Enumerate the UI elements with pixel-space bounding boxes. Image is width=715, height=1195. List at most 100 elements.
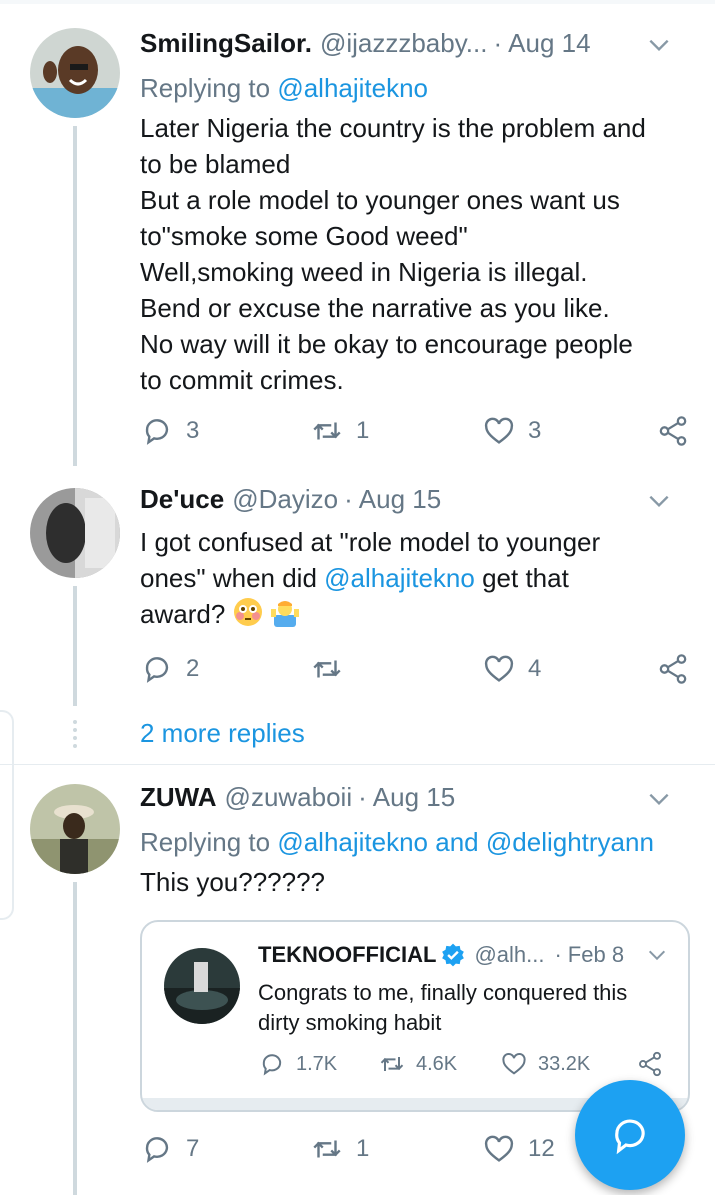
compose-reply-button[interactable]	[575, 1080, 685, 1190]
text-segment: ones" when did	[140, 563, 325, 593]
quoted-header: TEKNOOFFICIAL @alh... · Feb 8	[258, 942, 668, 968]
text-line: No way will it be okay to encourage peop…	[140, 329, 633, 359]
thread-line	[73, 586, 77, 706]
like-button[interactable]: 4	[482, 652, 541, 686]
like-icon	[484, 1135, 514, 1162]
reply-icon	[145, 657, 169, 683]
user-handle[interactable]: @zuwaboii	[225, 782, 353, 813]
text-line: to"smoke some Good weed"	[140, 221, 468, 251]
chevron-down-icon[interactable]	[646, 786, 672, 812]
share-icon	[659, 654, 687, 684]
quoted-date[interactable]: Feb 8	[568, 942, 624, 968]
user-handle[interactable]: @ijazzzbaby...	[320, 28, 488, 59]
like-button[interactable]: 12	[482, 1132, 555, 1166]
tweet-text: This you??????	[140, 867, 326, 897]
separator-dot: ·	[554, 942, 562, 967]
display-name[interactable]: De'uce	[140, 484, 224, 515]
display-name[interactable]: SmilingSailor.	[140, 28, 312, 59]
reply-count: 1.7K	[296, 1052, 338, 1075]
share-button[interactable]	[636, 1050, 664, 1078]
separator-dot: ·	[493, 28, 503, 58]
like-button[interactable]: 3	[482, 414, 541, 448]
quoted-display-name[interactable]: TEKNOOFFICIAL	[258, 942, 436, 968]
mention-link[interactable]: @alhajitekno	[277, 827, 428, 857]
text-line: But a role model to younger ones want us	[140, 185, 620, 215]
flushed-face-emoji-icon	[233, 598, 262, 626]
tweet-date[interactable]: Aug 15	[373, 782, 455, 813]
quoted-handle[interactable]: @alh...	[474, 942, 544, 968]
tweet-date[interactable]: Aug 14	[508, 28, 590, 59]
user-handle[interactable]: @Dayizo	[232, 484, 338, 515]
mention-link[interactable]: @alhajitekno	[324, 563, 475, 593]
text-segment: award?	[140, 599, 226, 629]
tweet-actions: 3 1 3	[140, 414, 700, 454]
retweet-icon	[313, 660, 341, 678]
thread-line	[73, 126, 77, 466]
tweet-actions: 2 4	[140, 652, 700, 692]
avatar[interactable]	[30, 784, 120, 874]
text-line: ones" when did @alhajitekno get that	[140, 560, 700, 596]
text-line: Well,smoking weed in Nigeria is illegal.	[140, 257, 588, 287]
tweet-header: De'uce @Dayizo · Aug 15	[140, 484, 700, 524]
text-line: I got confused at "role model to younger	[140, 527, 601, 557]
retweet-button[interactable]: 1	[310, 414, 369, 448]
retweet-button[interactable]: 1	[310, 1132, 369, 1166]
reply-button[interactable]: 7	[140, 1132, 199, 1166]
share-icon	[639, 1051, 661, 1077]
chevron-down-icon[interactable]	[646, 32, 672, 58]
tweet-text: I got confused at "role model to younger…	[140, 524, 700, 632]
retweet-count: 1	[356, 1135, 370, 1162]
compose-reply-icon	[615, 1119, 645, 1155]
mention-link[interactable]: @alhajitekno	[277, 73, 428, 103]
retweet-count: 1	[356, 417, 370, 444]
chevron-down-icon[interactable]	[646, 488, 672, 514]
reply-button[interactable]: 1.7K	[258, 1050, 337, 1078]
reply-button[interactable]: 2	[140, 652, 199, 686]
replying-to: Replying to @alhajitekno	[140, 68, 700, 108]
reply-button[interactable]: 3	[140, 414, 199, 448]
tweet-header: ZUWA @zuwaboii · Aug 15	[140, 782, 700, 822]
share-button[interactable]	[656, 652, 690, 686]
text-line: Later Nigeria the country is the problem…	[140, 113, 646, 143]
reply-count: 7	[186, 1135, 200, 1162]
avatar[interactable]	[30, 488, 120, 578]
like-icon	[484, 655, 514, 682]
share-button[interactable]	[656, 414, 690, 448]
more-replies-link[interactable]: 2 more replies	[140, 718, 305, 749]
retweet-icon	[380, 1057, 404, 1071]
verified-icon	[442, 943, 465, 967]
text-line: award?	[140, 596, 700, 632]
mention-link[interactable]: @delightryann	[486, 827, 654, 857]
retweet-button[interactable]: 4.6K	[378, 1050, 457, 1078]
divider	[0, 764, 715, 765]
top-edge	[0, 0, 715, 4]
thread-line	[73, 882, 77, 1195]
quoted-actions: 1.7K 4.6K 33.2K	[258, 1050, 678, 1086]
tweet-text: Later Nigeria the country is the problem…	[140, 110, 700, 398]
tweet-date[interactable]: Aug 15	[359, 484, 441, 515]
shrug-emoji-icon	[270, 601, 299, 627]
text-line: Bend or excuse the narrative as you like…	[140, 293, 610, 323]
reply-icon	[145, 419, 169, 445]
replying-to-label: Replying to	[140, 73, 271, 103]
avatar[interactable]	[30, 28, 120, 118]
text-segment: get that	[474, 563, 569, 593]
text-line: Congrats to me, finally conquered this	[258, 980, 628, 1005]
retweet-icon	[313, 422, 341, 440]
reply-count: 3	[186, 417, 200, 444]
text-line: to be blamed	[140, 149, 291, 179]
share-icon	[659, 416, 687, 446]
retweet-button[interactable]	[310, 652, 356, 686]
like-button[interactable]: 33.2K	[500, 1050, 590, 1078]
text-line: to commit crimes.	[140, 365, 344, 395]
reply-icon	[262, 1054, 282, 1076]
chevron-down-icon[interactable]	[646, 944, 668, 966]
reply-icon	[145, 1137, 169, 1163]
replying-to: Replying to @alhajitekno and @delightrya…	[140, 822, 700, 862]
like-count: 4	[528, 655, 542, 682]
retweet-icon	[313, 1140, 341, 1158]
like-icon	[502, 1052, 526, 1075]
quoted-tweet[interactable]: TEKNOOFFICIAL @alh... · Feb 8 Congrats t…	[140, 920, 690, 1112]
display-name[interactable]: ZUWA	[140, 782, 217, 813]
quoted-avatar[interactable]	[164, 948, 240, 1024]
